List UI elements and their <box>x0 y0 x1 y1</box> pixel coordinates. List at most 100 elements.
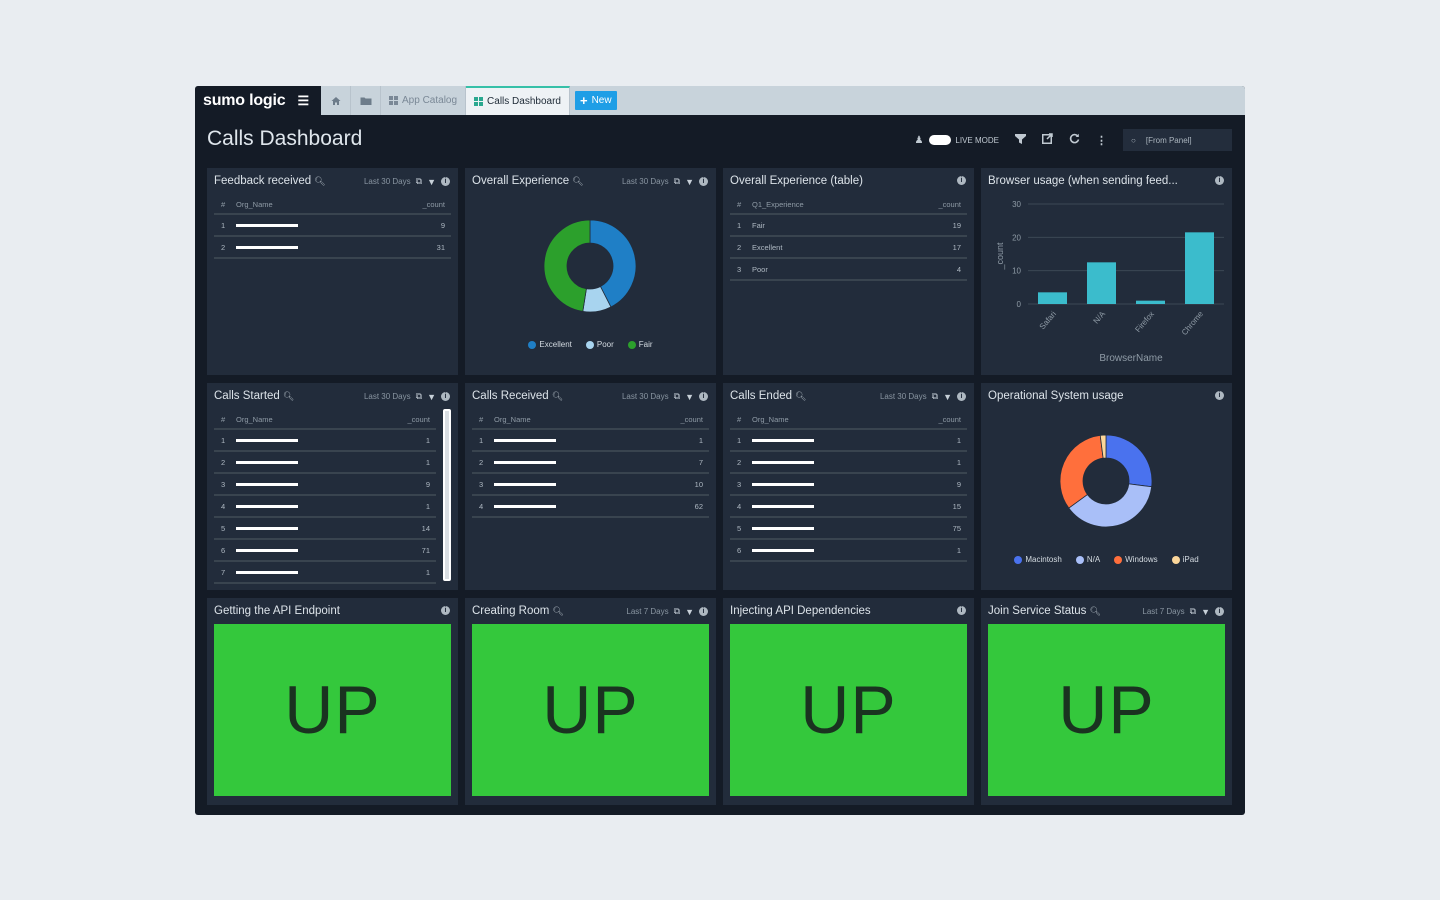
column-header[interactable]: _count <box>899 411 967 430</box>
donut-slice-windows[interactable] <box>1059 434 1104 509</box>
column-header[interactable]: _count <box>372 411 436 430</box>
panel-title[interactable]: Creating Room 🔍︎ <box>472 605 564 617</box>
bar-chrome[interactable] <box>1185 232 1214 304</box>
panel-title[interactable]: Join Service Status 🔍︎ <box>988 605 1101 617</box>
panel-os-usage: Operational System usage i Macintosh N/A W… <box>981 383 1232 590</box>
table-row: 5 75 <box>730 517 967 540</box>
panel-title-text: Calls Started <box>214 390 280 402</box>
donut-slice-fair[interactable] <box>543 219 591 312</box>
filter-icon[interactable]: ▼ <box>1201 607 1210 617</box>
search-icon[interactable]: 🔍︎ <box>1089 606 1100 617</box>
live-mode-toggle[interactable] <box>929 135 952 145</box>
column-header[interactable]: _count <box>641 411 709 430</box>
panel-title[interactable]: Calls Ended 🔍︎ <box>730 390 806 402</box>
row-number: 6 <box>730 539 752 562</box>
share-icon[interactable] <box>1042 133 1053 147</box>
table-row: 3 10 <box>472 473 709 496</box>
panel-title[interactable]: Getting the API Endpoint <box>214 605 340 617</box>
info-icon[interactable]: i <box>441 177 450 186</box>
legend-label: Poor <box>596 340 614 349</box>
info-icon[interactable]: i <box>957 176 966 185</box>
filter-icon[interactable] <box>1015 133 1026 147</box>
table-row: 2 31 <box>214 236 451 259</box>
copy-icon[interactable]: ⧉ <box>416 391 422 402</box>
bar-na[interactable] <box>1087 262 1116 304</box>
column-header[interactable]: Q1_Experience <box>752 196 891 215</box>
legend-item[interactable]: Windows <box>1114 555 1158 564</box>
row-number: 2 <box>214 451 236 474</box>
filter-icon[interactable]: ▼ <box>427 392 436 402</box>
filter-icon[interactable]: ▼ <box>685 392 694 402</box>
copy-icon[interactable]: ⧉ <box>416 176 422 187</box>
info-icon[interactable]: i <box>699 392 708 401</box>
y-tick-label: 10 <box>1012 267 1021 276</box>
tab-home[interactable] <box>321 86 351 115</box>
panel-title[interactable]: Calls Received 🔍︎ <box>472 390 563 402</box>
search-icon[interactable]: 🔍︎ <box>283 391 294 402</box>
copy-icon[interactable]: ⧉ <box>1190 606 1196 617</box>
filter-icon[interactable]: ▼ <box>685 607 694 617</box>
count-cell: 1 <box>372 561 436 584</box>
column-header[interactable]: _count <box>383 196 451 215</box>
donut-slice-macintosh[interactable] <box>1105 434 1153 488</box>
info-icon[interactable]: i <box>957 392 966 401</box>
tab-calls-dashboard[interactable]: Calls Dashboard <box>466 86 570 115</box>
y-tick-label: 0 <box>1017 300 1022 309</box>
legend-item[interactable]: Fair <box>627 340 653 349</box>
tab-label: Calls Dashboard <box>487 96 561 107</box>
folder-icon <box>360 97 371 105</box>
copy-icon[interactable]: ⧉ <box>932 391 938 402</box>
search-icon[interactable]: 🔍︎ <box>552 391 563 402</box>
count-cell: 1 <box>899 451 967 474</box>
table-scrollbar[interactable] <box>443 409 451 581</box>
info-icon[interactable]: i <box>957 606 966 615</box>
search-icon[interactable]: 🔍︎ <box>552 606 563 617</box>
info-icon[interactable]: i <box>441 606 450 615</box>
panel-title[interactable]: Injecting API Dependencies <box>730 605 871 617</box>
panel-selector[interactable]: ○ [From Panel] <box>1123 129 1232 151</box>
legend-item[interactable]: iPad <box>1171 555 1199 564</box>
column-header[interactable]: Org_Name <box>236 196 384 215</box>
tab-app-catalog[interactable]: App Catalog <box>381 86 467 115</box>
bar-firefox[interactable] <box>1136 300 1165 304</box>
copy-icon[interactable]: ⧉ <box>674 606 680 617</box>
info-icon[interactable]: i <box>441 392 450 401</box>
count-cell: 19 <box>890 214 967 237</box>
filter-icon[interactable]: ▼ <box>943 392 952 402</box>
sumo-logic-logo[interactable]: sumo logic ☰ <box>195 86 321 115</box>
legend-item[interactable]: N/A <box>1075 555 1100 564</box>
panel-title[interactable]: Feedback received 🔍︎ <box>214 175 326 187</box>
panel-injecting-api-dependencies: Injecting API Dependencies i UP <box>723 598 974 805</box>
panel-meta: Last 7 Days ⧉ ▼ i <box>626 606 708 617</box>
panel-title[interactable]: Calls Started 🔍︎ <box>214 390 294 402</box>
legend-item[interactable]: Excellent <box>528 340 572 349</box>
panel-meta: i <box>952 176 966 185</box>
column-header[interactable]: _count <box>890 196 967 215</box>
search-icon[interactable]: 🔍︎ <box>314 176 325 187</box>
legend-item[interactable]: Poor <box>585 340 614 349</box>
data-table: # Org_Name _count 1 1 2 1 3 9 4 15 5 75 6 1 <box>730 411 967 562</box>
info-icon[interactable]: i <box>1215 607 1224 616</box>
hamburger-icon[interactable]: ☰ <box>297 93 309 109</box>
column-header[interactable]: Org_Name <box>752 411 900 430</box>
count-cell: 1 <box>372 429 436 452</box>
more-options-icon[interactable]: ⋮ <box>1096 134 1107 147</box>
redacted-org-name <box>236 224 298 228</box>
info-icon[interactable]: i <box>699 607 708 616</box>
tab-library[interactable] <box>351 86 381 115</box>
experience-cell: Fair <box>752 214 891 237</box>
time-icon: ○ <box>1131 135 1136 145</box>
bar-safari[interactable] <box>1038 292 1067 304</box>
new-tab-button[interactable]: + New <box>574 91 617 110</box>
legend-item[interactable]: Macintosh <box>1014 555 1062 564</box>
panel-title[interactable]: Overall Experience (table) <box>730 175 863 187</box>
search-icon[interactable]: 🔍︎ <box>795 391 806 402</box>
copy-icon[interactable]: ⧉ <box>674 391 680 402</box>
refresh-icon[interactable] <box>1069 133 1080 147</box>
row-number: 2 <box>472 451 494 474</box>
panel-browser-usage: Browser usage (when sending feed... i 01… <box>981 168 1232 375</box>
column-header[interactable]: Org_Name <box>494 411 642 430</box>
filter-icon[interactable]: ▼ <box>427 177 436 187</box>
column-header[interactable]: Org_Name <box>236 411 373 430</box>
data-table: # Q1_Experience _count 1 Fair 19 2 Excellent 1… <box>730 196 967 281</box>
